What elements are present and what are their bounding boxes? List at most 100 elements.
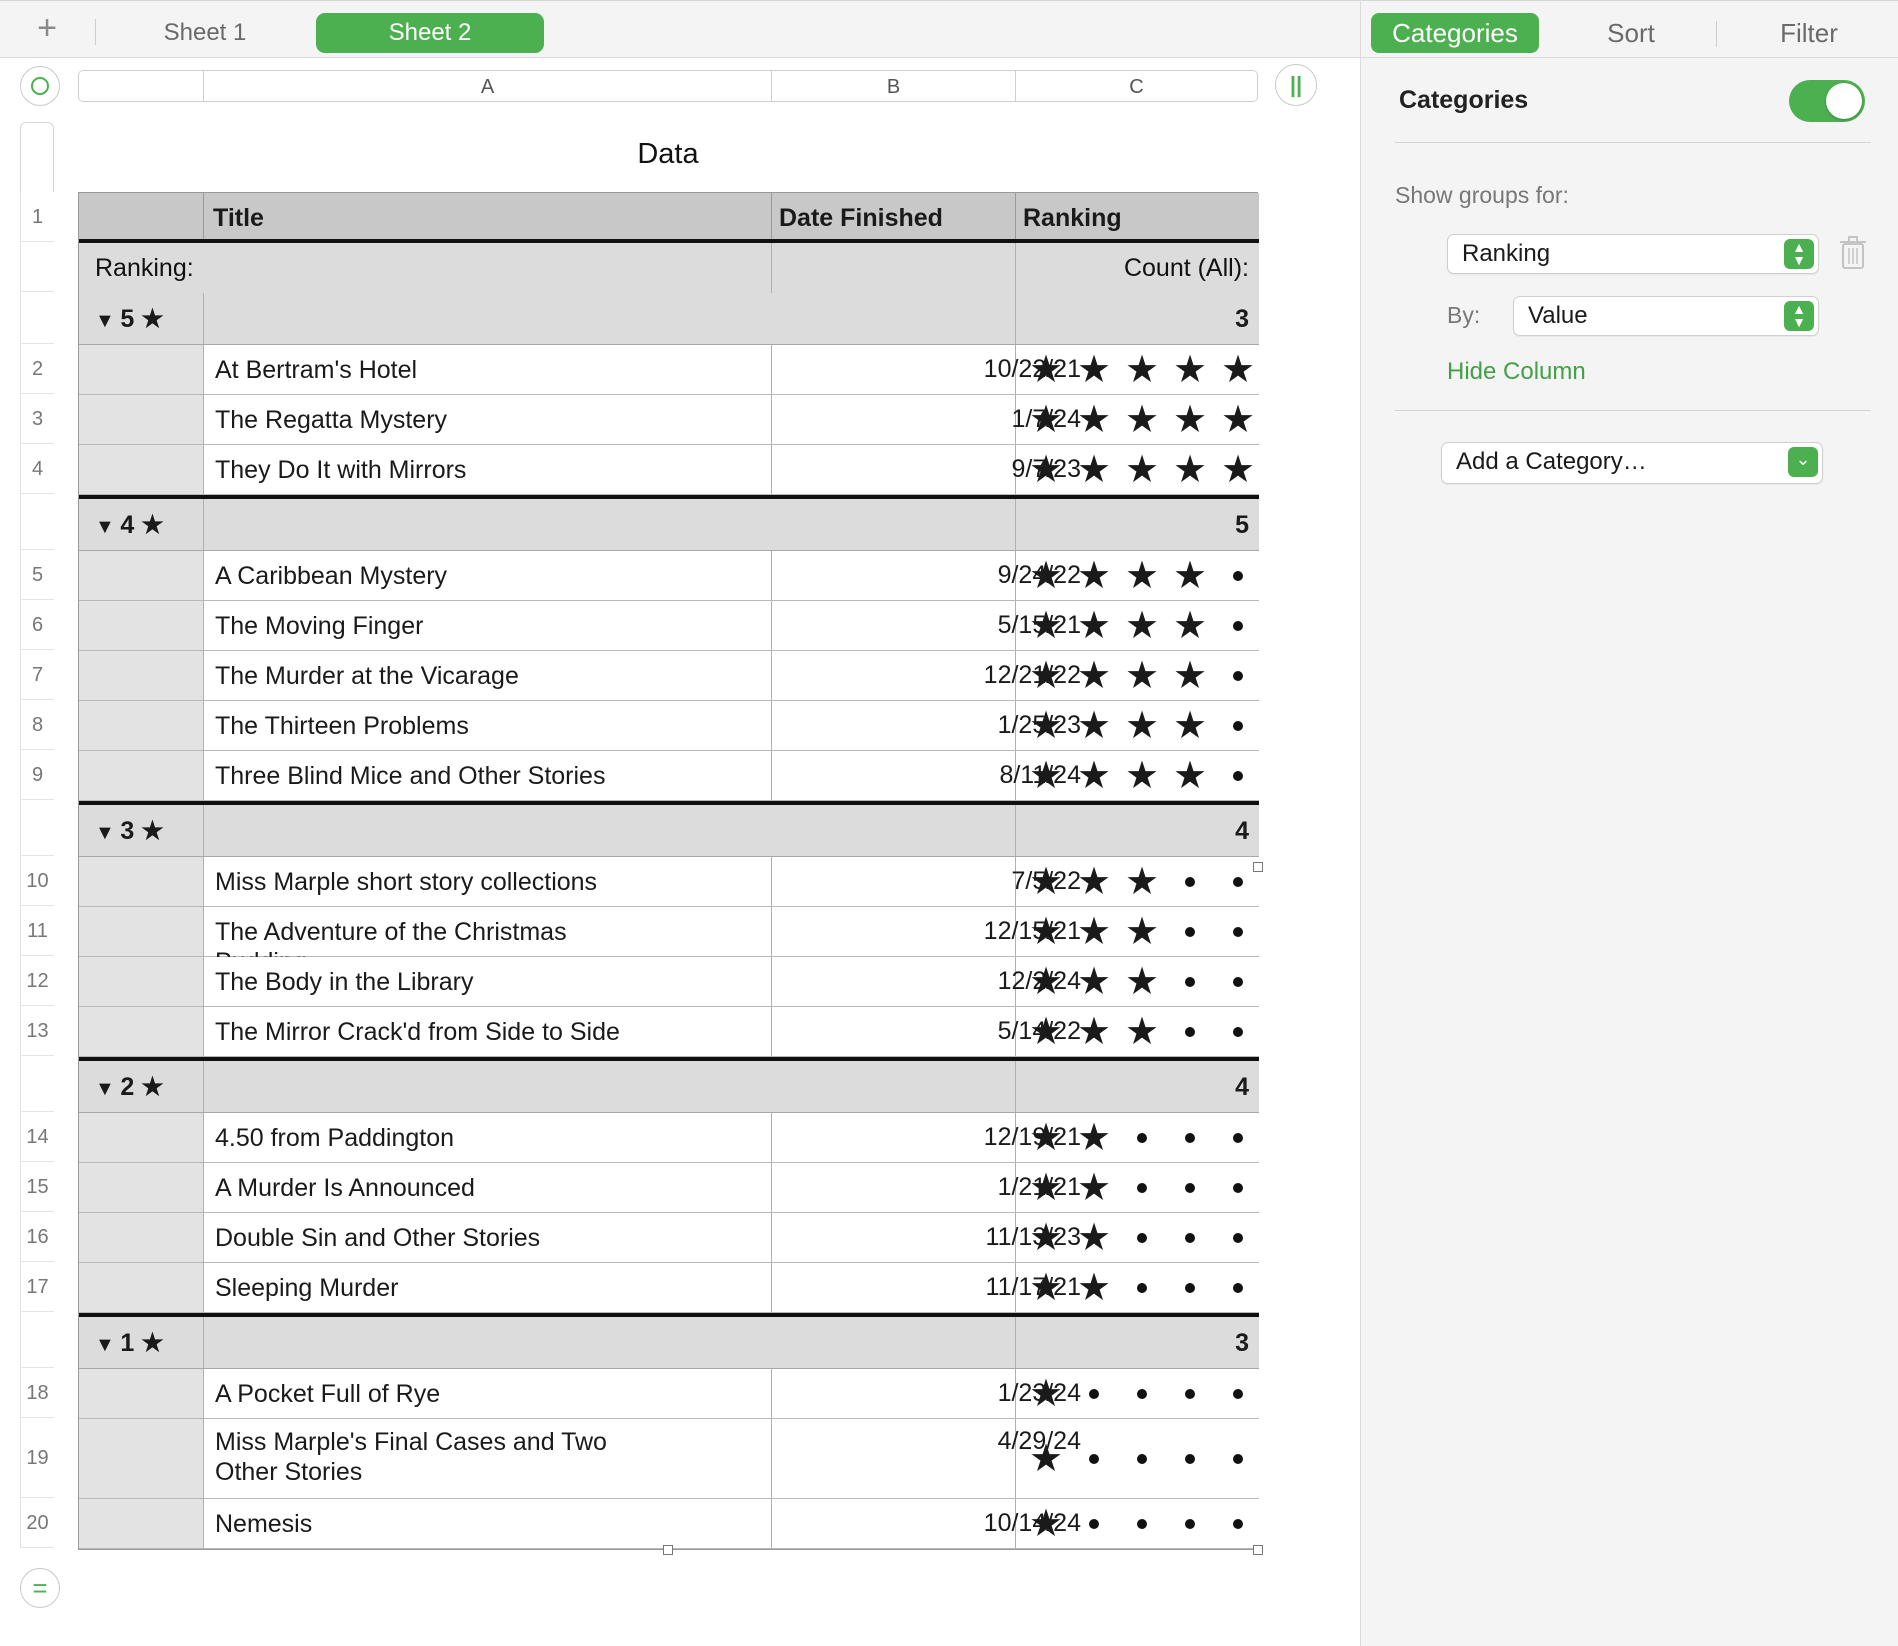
table-row[interactable]: Nemesis 10/14/24 ★: [79, 1499, 1259, 1549]
table-row[interactable]: 4.50 from Paddington 12/19/21 ★ ★: [79, 1113, 1259, 1163]
table-row[interactable]: Miss Marple short story collections 7/5/2…: [79, 857, 1259, 907]
table-row[interactable]: A Caribbean Mystery 9/24/22 ★ ★ ★ ★: [79, 551, 1259, 601]
column-handle-button[interactable]: ||: [1275, 64, 1317, 106]
table-row[interactable]: The Body in the Library 12/2/24 ★ ★ ★: [79, 957, 1259, 1007]
table-row[interactable]: Double Sin and Other Stories 11/13/23 ★ ★: [79, 1213, 1259, 1263]
rating-cell[interactable]: ★ ★: [1022, 1118, 1258, 1158]
title-cell[interactable]: Nemesis: [215, 1509, 665, 1539]
title-cell[interactable]: The Murder at the Vicarage: [215, 661, 665, 691]
rating-cell[interactable]: ★ ★: [1022, 1218, 1258, 1258]
add-category-select[interactable]: Add a Category… ⌄: [1441, 442, 1823, 484]
row-number[interactable]: 18: [20, 1368, 54, 1418]
title-cell[interactable]: A Caribbean Mystery: [215, 561, 665, 591]
rating-cell[interactable]: ★ ★ ★ ★ ★: [1022, 400, 1258, 440]
header-ranking[interactable]: Ranking: [1023, 193, 1122, 243]
row-number[interactable]: [20, 494, 54, 550]
header-date-finished[interactable]: Date Finished: [779, 193, 943, 243]
disclosure-triangle-icon[interactable]: ▼: [95, 822, 120, 844]
disclosure-triangle-icon[interactable]: ▼: [95, 1078, 120, 1100]
row-number[interactable]: 4: [20, 444, 54, 494]
row-number[interactable]: 9: [20, 750, 54, 800]
table-row[interactable]: Sleeping Murder 11/17/21 ★ ★: [79, 1263, 1259, 1313]
table-row[interactable]: The Murder at the Vicarage 12/21/22 ★ ★ ★ ★: [79, 651, 1259, 701]
column-header-c[interactable]: C: [1015, 71, 1257, 101]
row-number[interactable]: [20, 1056, 54, 1112]
row-number[interactable]: 11: [20, 906, 54, 956]
row-number[interactable]: 2: [20, 344, 54, 394]
disclosure-triangle-icon[interactable]: ▼: [95, 1334, 120, 1356]
category-group-row[interactable]: ▼ 4 ★ 5: [79, 495, 1259, 551]
title-cell[interactable]: At Bertram's Hotel: [215, 355, 665, 385]
rating-cell[interactable]: ★: [1022, 1504, 1258, 1544]
row-number[interactable]: 1: [20, 192, 54, 242]
rating-cell[interactable]: ★ ★ ★ ★ ★: [1022, 350, 1258, 390]
row-number[interactable]: 5: [20, 550, 54, 600]
rating-cell[interactable]: ★ ★ ★: [1022, 1012, 1258, 1052]
row-number[interactable]: [20, 800, 54, 856]
table-row[interactable]: A Murder Is Announced 1/21/21 ★ ★: [79, 1163, 1259, 1213]
title-cell[interactable]: Sleeping Murder: [215, 1273, 665, 1303]
rating-cell[interactable]: ★ ★ ★: [1022, 912, 1258, 952]
row-number[interactable]: 8: [20, 700, 54, 750]
title-cell[interactable]: Miss Marple short story collections: [215, 867, 665, 897]
table-row[interactable]: Three Blind Mice and Other Stories 8/11/2…: [79, 751, 1259, 801]
rating-cell[interactable]: ★ ★ ★ ★: [1022, 656, 1258, 696]
tab-sort[interactable]: Sort: [1561, 13, 1701, 53]
title-cell[interactable]: The Thirteen Problems: [215, 711, 665, 741]
category-group-row[interactable]: ▼ 5 ★ 3: [79, 293, 1259, 345]
group-column-select[interactable]: Ranking ▲ ▼: [1447, 234, 1819, 274]
row-number[interactable]: 16: [20, 1212, 54, 1262]
column-header-b[interactable]: B: [771, 71, 1015, 101]
title-cell[interactable]: A Pocket Full of Rye: [215, 1379, 665, 1409]
title-cell[interactable]: A Murder Is Announced: [215, 1173, 665, 1203]
row-number[interactable]: 15: [20, 1162, 54, 1212]
rating-cell[interactable]: ★: [1022, 1374, 1258, 1414]
rating-cell[interactable]: ★ ★: [1022, 1168, 1258, 1208]
row-number[interactable]: 7: [20, 650, 54, 700]
table-row[interactable]: The Mirror Crack'd from Side to Side 5/14…: [79, 1007, 1259, 1057]
rating-cell[interactable]: ★ ★ ★ ★ ★: [1022, 450, 1258, 490]
title-cell[interactable]: Double Sin and Other Stories: [215, 1223, 665, 1253]
categories-toggle[interactable]: [1789, 80, 1865, 122]
title-cell[interactable]: Three Blind Mice and Other Stories: [215, 761, 665, 791]
hide-column-button[interactable]: Hide Column: [1447, 358, 1586, 386]
resize-handle[interactable]: [663, 1545, 673, 1555]
rating-cell[interactable]: ★ ★: [1022, 1268, 1258, 1308]
row-number[interactable]: 6: [20, 600, 54, 650]
row-number[interactable]: 17: [20, 1262, 54, 1312]
group-by-select[interactable]: Value ▲ ▼: [1513, 296, 1819, 336]
tab-sheet-2[interactable]: Sheet 2: [316, 13, 544, 53]
rating-cell[interactable]: ★ ★ ★ ★: [1022, 706, 1258, 746]
table-row[interactable]: The Thirteen Problems 1/25/23 ★ ★ ★ ★: [79, 701, 1259, 751]
category-group-row[interactable]: ▼ 1 ★ 3: [79, 1313, 1259, 1369]
disclosure-triangle-icon[interactable]: ▼: [95, 516, 120, 538]
title-cell[interactable]: 4.50 from Paddington: [215, 1123, 665, 1153]
rating-cell[interactable]: ★ ★ ★: [1022, 862, 1258, 902]
title-cell[interactable]: The Body in the Library: [215, 967, 665, 997]
row-number[interactable]: 10: [20, 856, 54, 906]
title-cell[interactable]: Miss Marple's Final Cases and Two Other …: [215, 1427, 665, 1487]
row-number[interactable]: [20, 242, 54, 292]
resize-handle[interactable]: [1253, 1545, 1263, 1555]
row-number[interactable]: 12: [20, 956, 54, 1006]
row-number[interactable]: 13: [20, 1006, 54, 1056]
add-sheet-button[interactable]: +: [30, 11, 64, 47]
rating-cell[interactable]: ★ ★ ★ ★: [1022, 756, 1258, 796]
title-cell[interactable]: The Regatta Mystery: [215, 405, 665, 435]
row-number[interactable]: 19: [20, 1418, 54, 1498]
table-row[interactable]: At Bertram's Hotel 10/22/21 ★ ★ ★ ★ ★: [79, 345, 1259, 395]
row-number[interactable]: [20, 1312, 54, 1368]
category-group-row[interactable]: ▼ 3 ★ 4: [79, 801, 1259, 857]
tab-categories[interactable]: Categories: [1371, 13, 1539, 53]
table-row[interactable]: Miss Marple's Final Cases and Two Other …: [79, 1419, 1259, 1499]
row-number[interactable]: 14: [20, 1112, 54, 1162]
add-row-button[interactable]: =: [20, 1568, 60, 1608]
table-row[interactable]: The Adventure of the Christmas Pudding12…: [79, 907, 1259, 976]
header-title[interactable]: Title: [213, 193, 264, 243]
row-number[interactable]: [20, 292, 54, 344]
select-table-button[interactable]: [20, 66, 60, 106]
resize-handle[interactable]: [1253, 862, 1263, 872]
column-header-a[interactable]: A: [203, 71, 771, 101]
title-cell[interactable]: The Moving Finger: [215, 611, 665, 641]
table-row[interactable]: The Regatta Mystery 1/7/24 ★ ★ ★ ★ ★: [79, 395, 1259, 445]
